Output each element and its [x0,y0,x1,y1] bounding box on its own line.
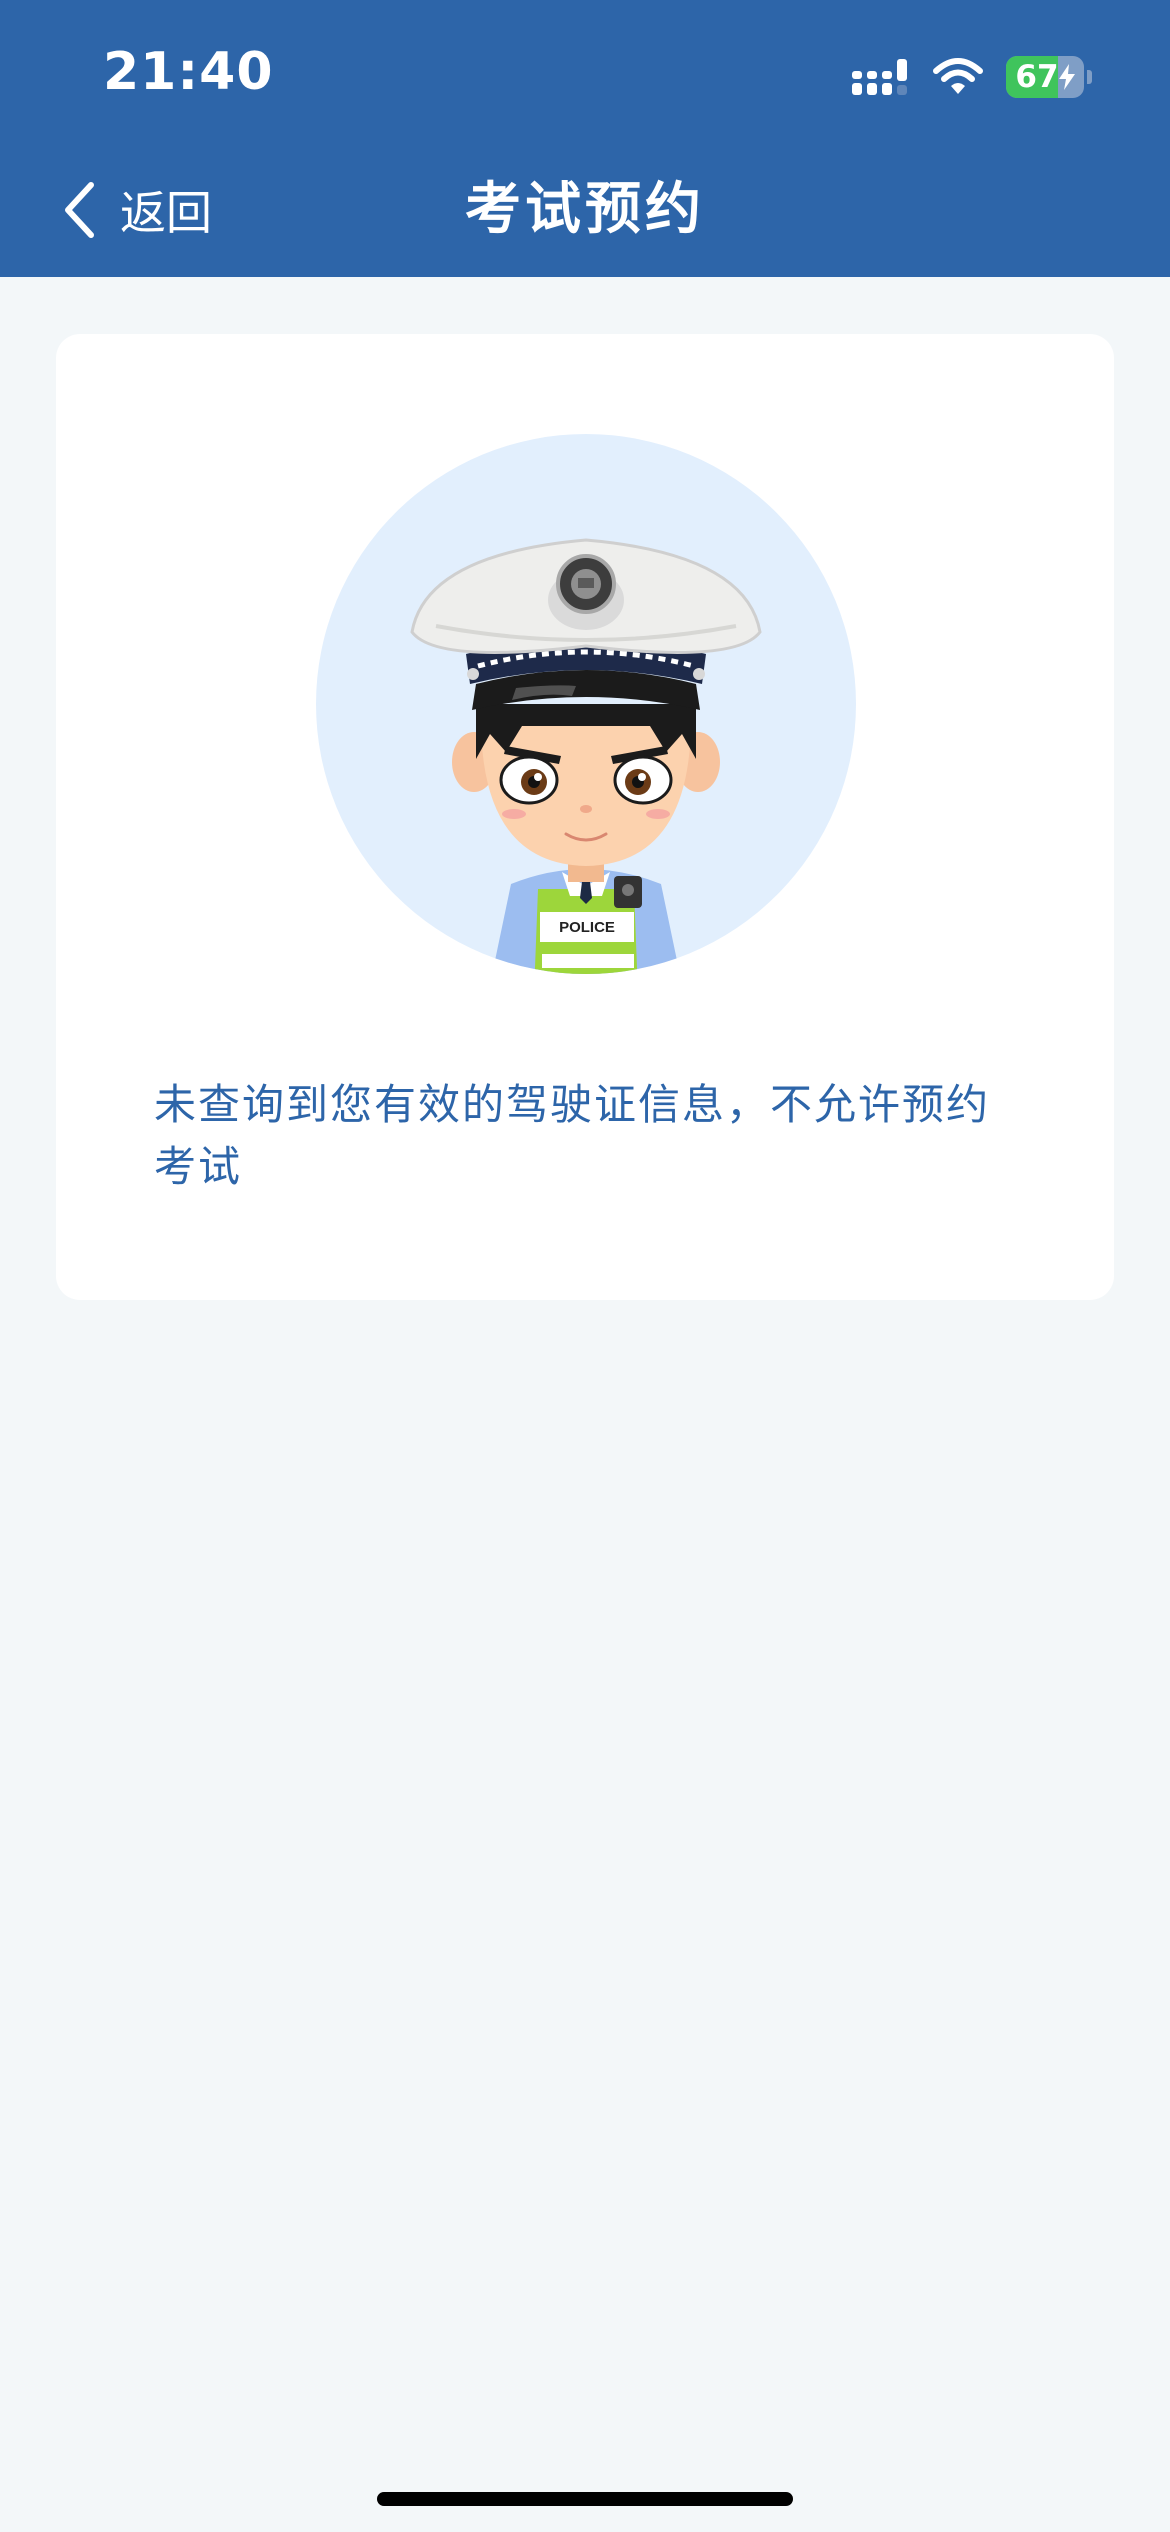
status-time: 21:40 [103,42,274,102]
home-indicator[interactable] [377,2492,793,2506]
page-title: 考试预约 [465,177,705,242]
top-bar: 21:40 67 返回 考试预约 [0,0,1170,277]
battery-indicator: 67 [1006,56,1092,98]
avatar-badge-text: POLICE [559,919,615,936]
battery-icon: 67 [1006,56,1084,98]
battery-cap [1087,70,1092,84]
charging-bolt-icon [1058,64,1075,90]
status-icons: 67 [852,52,1092,102]
notice-card: POLICE 未查询到您有效的驾驶证信息，不允许预约考试 [56,334,1114,1300]
no-license-message: 未查询到您有效的驾驶证信息，不允许预约考试 [154,1080,991,1191]
cellular-signal-icon [852,59,907,95]
police-officer-avatar: POLICE [316,434,856,974]
battery-percent: 67 [1015,59,1059,95]
wifi-icon [933,58,983,94]
